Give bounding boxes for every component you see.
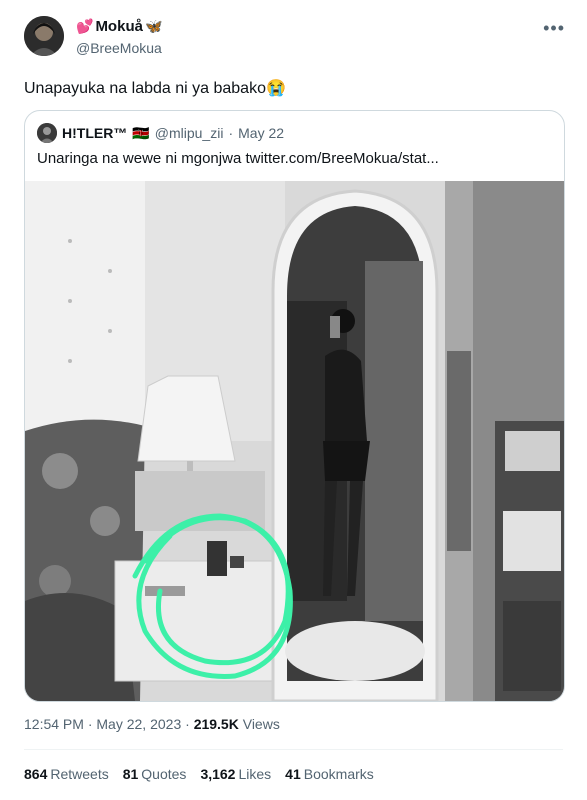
stat-likes[interactable]: 3,162 Likes (200, 766, 271, 782)
quote-handle: @mlipu_zii (154, 125, 224, 141)
views-label: Views (242, 716, 280, 732)
quote-header: H!TLER™ 🇰🇪 @mlipu_zii · May 22 (37, 123, 284, 143)
quoted-tweet-card[interactable]: H!TLER™ 🇰🇪 @mlipu_zii · May 22 Unaringa … (24, 110, 565, 702)
hearts-emoji: 💕 (76, 18, 94, 34)
quote-avatar (37, 123, 57, 143)
time-separator-2: · (185, 716, 190, 732)
quote-text: Unaringa na wewe ni mgonjwa twitter.com/… (37, 150, 439, 167)
stat-quotes[interactable]: 81 Quotes (123, 766, 187, 782)
author-handle[interactable]: @BreeMokua (76, 40, 162, 56)
author-name[interactable]: 💕 Mokuå 🦋 (76, 18, 162, 35)
quoted-photo[interactable] (25, 181, 564, 701)
kenya-flag-icon: 🇰🇪 (132, 124, 150, 141)
butterfly-emoji: 🦋 (144, 18, 163, 34)
views-count: 219.5K (193, 716, 239, 732)
more-options-icon[interactable]: ••• (543, 18, 565, 39)
engagement-stats: 864 Retweets 81 Quotes 3,162 Likes 41 Bookma… (24, 766, 374, 782)
tweet-text: Unapayuka na labda ni ya babako😭 (24, 78, 286, 98)
author-display-name: Mokuå (95, 18, 143, 35)
tweet-body: Unapayuka na labda ni ya babako (24, 80, 266, 97)
tweet-date: May 22, 2023 (96, 716, 182, 732)
author-avatar[interactable] (24, 16, 64, 56)
divider (24, 749, 563, 750)
quote-separator: · (228, 125, 234, 141)
crying-emoji: 😭 (265, 80, 286, 97)
quote-date: May 22 (238, 125, 285, 141)
tweet-timestamp[interactable]: 12:54 PM · May 22, 2023 · 219.5K Views (24, 716, 280, 732)
time-separator-1: · (87, 716, 93, 732)
tweet-time: 12:54 PM (24, 716, 84, 732)
stat-bookmarks[interactable]: 41 Bookmarks (285, 766, 374, 782)
quote-display-name: H!TLER™ (62, 125, 128, 141)
stat-retweets[interactable]: 864 Retweets (24, 766, 109, 782)
